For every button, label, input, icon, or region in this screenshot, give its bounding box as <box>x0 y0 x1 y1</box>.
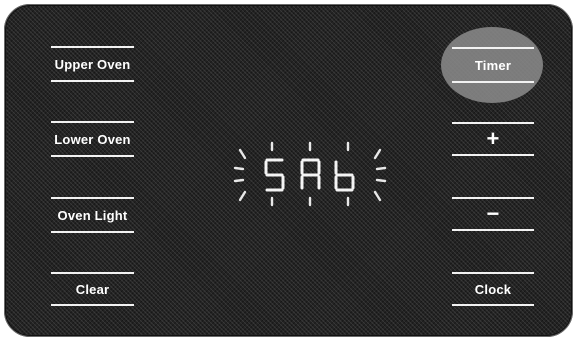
lower-oven-label: Lower Oven <box>54 131 131 147</box>
lower-oven-button[interactable]: Lower Oven <box>51 121 134 157</box>
upper-oven-button[interactable]: Upper Oven <box>51 46 134 82</box>
segment-char-s <box>264 158 285 192</box>
clear-button[interactable]: Clear <box>51 272 134 306</box>
plus-button[interactable]: + <box>452 122 534 156</box>
timer-label: Timer <box>474 57 512 73</box>
clear-label: Clear <box>75 281 110 297</box>
clock-label: Clock <box>474 281 512 297</box>
flash-ray <box>238 148 247 160</box>
seven-segment-readout <box>264 158 355 192</box>
flash-ray <box>375 166 387 171</box>
segment-char-b <box>334 160 355 192</box>
timer-button[interactable]: Timer <box>452 47 534 83</box>
plus-icon: + <box>486 126 500 151</box>
clock-button[interactable]: Clock <box>452 272 534 306</box>
segment-char-a <box>300 158 321 190</box>
flash-ray <box>238 190 247 202</box>
flash-ray <box>373 148 382 160</box>
minus-button[interactable]: − <box>452 197 534 231</box>
minus-icon: − <box>486 201 500 226</box>
oven-light-button[interactable]: Oven Light <box>51 197 134 233</box>
flash-ray <box>373 190 382 202</box>
flash-ray <box>233 178 245 183</box>
display-svg <box>233 141 387 207</box>
flash-ray <box>375 178 387 183</box>
display <box>230 138 390 210</box>
oven-light-label: Oven Light <box>57 207 128 223</box>
upper-oven-label: Upper Oven <box>54 56 131 72</box>
flash-ray <box>233 166 245 171</box>
